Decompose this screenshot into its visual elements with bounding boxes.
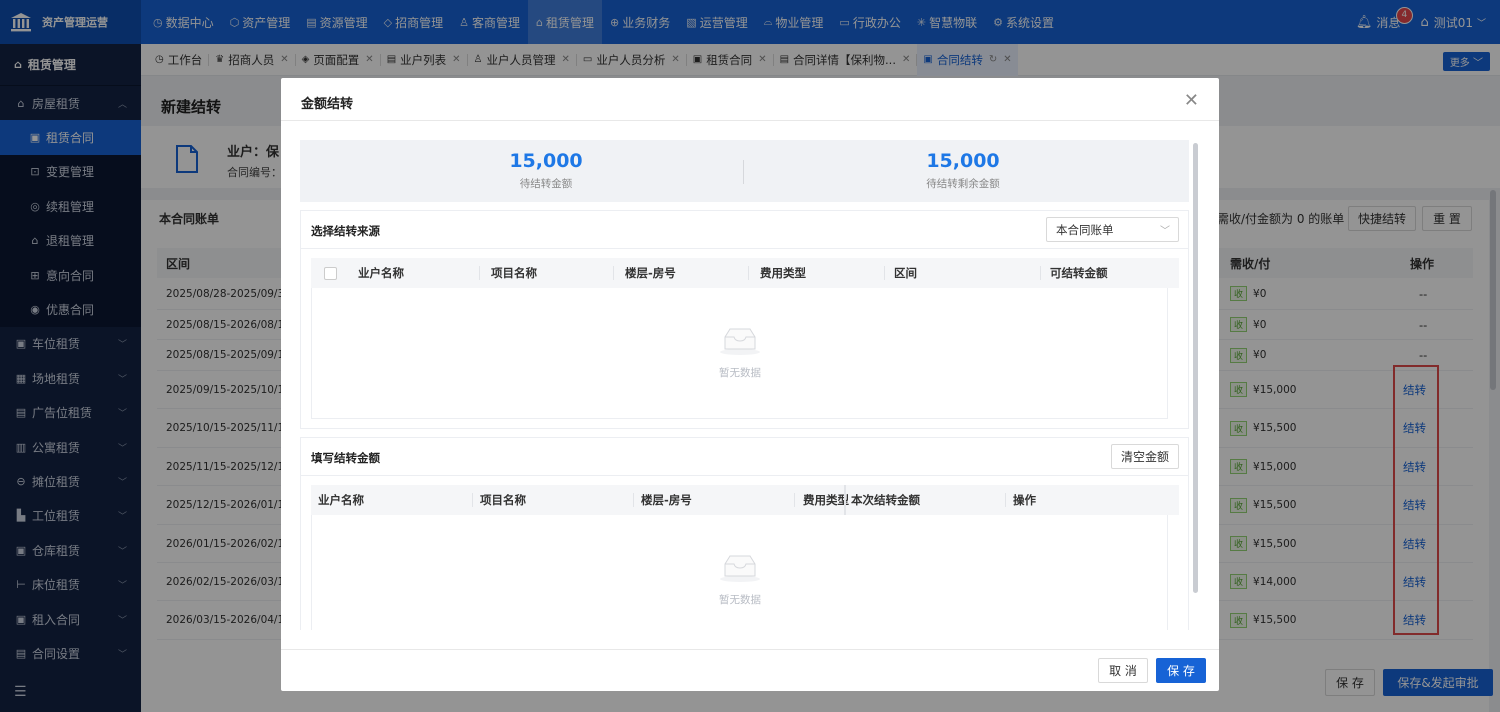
fill-col-floor: 楼层-房号 (641, 493, 692, 507)
source-col-available: 可结转金额 (1050, 266, 1108, 280)
source-panel: 选择结转来源 本合同账单 ﹀ 业户名称 项目名称 楼层-房号 费用类型 区间 可… (300, 210, 1189, 429)
source-col-period: 区间 (894, 266, 917, 280)
modal-title: 金额结转 (301, 97, 354, 112)
transfer-modal: 金额结转 ✕ 15,000 待结转金额 15,000 待结转剩余金额 选择结转来… (281, 78, 1219, 691)
fill-col-fee-type: 费用类型 (803, 493, 849, 507)
source-select[interactable]: 本合同账单 ﹀ (1046, 217, 1179, 242)
source-select-value: 本合同账单 (1056, 222, 1114, 237)
clear-amount-button[interactable]: 清空金额 (1111, 444, 1179, 469)
source-table-header: 业户名称 项目名称 楼层-房号 费用类型 区间 可结转金额 (311, 258, 1179, 288)
chevron-down-icon: ﹀ (1160, 226, 1170, 237)
empty-inbox-icon (719, 554, 761, 582)
select-all-checkbox[interactable] (324, 266, 337, 280)
fill-col-owner: 业户名称 (318, 493, 364, 507)
close-icon[interactable]: ✕ (1184, 90, 1199, 111)
fill-title: 填写结转金额 (311, 451, 380, 465)
source-empty: 暂无数据 (680, 327, 800, 380)
source-title: 选择结转来源 (311, 224, 380, 238)
fill-col-amount: 本次结转金额 (851, 493, 920, 507)
source-empty-text: 暂无数据 (719, 367, 761, 379)
cancel-button[interactable]: 取 消 (1098, 658, 1148, 683)
modal-divider (281, 120, 1219, 121)
fill-empty: 暂无数据 (680, 554, 800, 607)
amount-summary: 15,000 待结转金额 15,000 待结转剩余金额 (300, 140, 1189, 202)
source-col-floor: 楼层-房号 (625, 266, 676, 280)
fill-col-operation: 操作 (1013, 493, 1036, 507)
fill-table-header: 业户名称 项目名称 楼层-房号 费用类型 本次结转金额 操作 (311, 485, 1179, 515)
fill-empty-text: 暂无数据 (719, 594, 761, 606)
modal-body: 15,000 待结转金额 15,000 待结转剩余金额 选择结转来源 本合同账单… (300, 140, 1189, 630)
fill-col-project: 项目名称 (480, 493, 526, 507)
fill-panel: 填写结转金额 清空金额 业户名称 项目名称 楼层-房号 费用类型 本次结转金额 … (300, 437, 1189, 630)
modal-scrollbar[interactable] (1193, 143, 1198, 593)
source-col-fee-type: 费用类型 (760, 266, 806, 280)
modal-footer-divider (281, 649, 1219, 650)
source-col-project: 项目名称 (491, 266, 537, 280)
pending-amount-label: 待结转金额 (519, 178, 573, 190)
remaining-amount-label: 待结转剩余金额 (926, 178, 1000, 190)
save-button[interactable]: 保 存 (1156, 658, 1206, 683)
remaining-amount-value: 15,000 (926, 150, 1000, 172)
empty-inbox-icon (719, 327, 761, 355)
source-col-owner: 业户名称 (358, 266, 404, 280)
summary-divider (743, 160, 744, 184)
pending-amount-value: 15,000 (509, 150, 583, 172)
